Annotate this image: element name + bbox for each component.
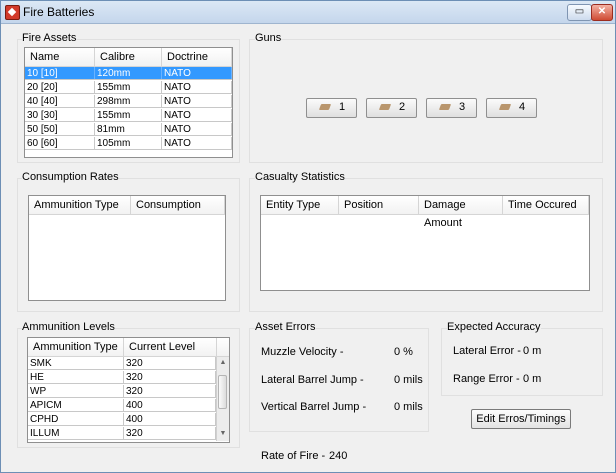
table-row[interactable]: APICM 400 (28, 399, 216, 412)
asset-errors-title: Asset Errors (255, 321, 316, 333)
gun-4-button[interactable]: 4 (486, 98, 537, 118)
table-cell: NATO (162, 81, 232, 93)
consumption-title: Consumption Rates (22, 171, 119, 183)
table-cell: NATO (162, 123, 232, 135)
table-cell: APICM (28, 399, 124, 411)
ammo-scrollbar[interactable]: ▲ ▼ (216, 357, 229, 441)
guns-title: Guns (255, 32, 282, 44)
table-cell: 20 [20] (25, 81, 95, 93)
table-row[interactable]: HE 320 (28, 371, 216, 384)
gun-icon (498, 104, 512, 110)
lateral-error-label: Lateral Error - (453, 345, 521, 357)
table-row[interactable]: WP 320 (28, 385, 216, 398)
table-cell: 50 [50] (25, 123, 95, 135)
table-cell: NATO (162, 137, 232, 149)
gun-1-button[interactable]: 1 (306, 98, 357, 118)
column-doctrine[interactable]: Doctrine (162, 48, 232, 66)
casualty-title: Casualty Statistics (255, 171, 345, 183)
table-cell: NATO (162, 109, 232, 121)
table-cell: CPHD (28, 413, 124, 425)
close-button[interactable]: ✕ (591, 4, 613, 21)
table-cell: SMK (28, 357, 124, 369)
table-cell: HE (28, 371, 124, 383)
table-cell: 120mm (95, 67, 162, 79)
rate-of-fire-label: Rate of Fire - (261, 450, 326, 462)
ammo-levels-table[interactable]: Ammunition Type Current Level SMK 320 HE 32… (27, 337, 230, 443)
table-cell: 60 [60] (25, 137, 95, 149)
scroll-thumb[interactable] (218, 375, 227, 409)
table-cell: 400 (124, 399, 216, 411)
title-bar[interactable]: Fire Batteries ▭ ✕ (1, 1, 615, 24)
scroll-down-icon[interactable]: ▼ (219, 430, 227, 438)
lateral-barrel-jump-label: Lateral Barrel Jump - (261, 374, 364, 386)
gun-3-button[interactable]: 3 (426, 98, 477, 118)
table-cell: 320 (124, 427, 216, 439)
column-damage-amount[interactable]: Damage Amount (419, 196, 503, 229)
table-cell: 10 [10] (25, 67, 95, 79)
table-cell: 320 (124, 371, 216, 383)
table-row[interactable]: ILLUM 320 (28, 427, 216, 440)
lateral-error-value: 0 m (523, 345, 542, 357)
scroll-up-icon[interactable]: ▲ (219, 359, 227, 367)
gun-icon (378, 104, 392, 110)
ammo-levels-title: Ammunition Levels (22, 321, 115, 333)
column-current-level[interactable]: Current Level (124, 338, 217, 356)
vertical-barrel-jump-label: Vertical Barrel Jump - (261, 401, 367, 413)
table-cell: WP (28, 385, 124, 397)
muzzle-velocity-value: 0 % (394, 346, 413, 358)
gun-icon (438, 104, 452, 110)
column-calibre[interactable]: Calibre (95, 48, 162, 66)
table-cell: 81mm (95, 123, 162, 135)
fire-assets-title: Fire Assets (22, 32, 77, 44)
vertical-barrel-jump-value: 0 mils (394, 401, 423, 413)
gun-2-button[interactable]: 2 (366, 98, 417, 118)
column-ammunition-type[interactable]: Ammunition Type (28, 338, 124, 356)
window-title: Fire Batteries (23, 5, 95, 19)
minimize-button[interactable]: ▭ (567, 4, 592, 21)
table-cell: ILLUM (28, 427, 124, 439)
table-cell: 320 (124, 357, 216, 369)
app-icon (5, 5, 20, 20)
table-cell: 400 (124, 413, 216, 425)
table-cell: NATO (162, 67, 232, 79)
table-cell: 30 [30] (25, 109, 95, 121)
fire-assets-header: Name Calibre Doctrine (25, 48, 232, 67)
column-position[interactable]: Position (339, 196, 419, 214)
table-row[interactable]: CPHD 400 (28, 413, 216, 426)
table-cell: 320 (124, 385, 216, 397)
table-row[interactable]: 20 [20] 155mm NATO (25, 81, 232, 94)
table-cell: 155mm (95, 81, 162, 93)
table-row[interactable]: 50 [50] 81mm NATO (25, 123, 232, 136)
table-row[interactable]: 40 [40] 298mm NATO (25, 95, 232, 108)
table-row[interactable]: 10 [10] 120mm NATO (25, 67, 232, 80)
muzzle-velocity-label: Muzzle Velocity - (261, 346, 344, 358)
fire-batteries-window: Fire Batteries ▭ ✕ Fire Assets Name Cali… (0, 0, 616, 473)
consumption-table[interactable]: Ammunition Type Consumption (28, 195, 226, 301)
column-consumption[interactable]: Consumption (131, 196, 225, 214)
table-row[interactable]: SMK 320 (28, 357, 216, 370)
rate-of-fire-value: 240 (329, 450, 348, 462)
expected-accuracy-title: Expected Accuracy (447, 321, 541, 333)
table-row[interactable]: 60 [60] 105mm NATO (25, 137, 232, 150)
column-entity-type[interactable]: Entity Type (261, 196, 339, 214)
lateral-barrel-jump-value: 0 mils (394, 374, 423, 386)
table-row[interactable]: 30 [30] 155mm NATO (25, 109, 232, 122)
range-error-label: Range Error - (453, 373, 520, 385)
edit-errors-timings-button[interactable]: Edit Erros/Timings (471, 409, 571, 429)
table-cell: 298mm (95, 95, 162, 107)
casualty-table[interactable]: Entity Type Position Damage Amount Time … (260, 195, 590, 291)
table-cell: NATO (162, 95, 232, 107)
range-error-value: 0 m (523, 373, 542, 385)
fire-assets-table[interactable]: Name Calibre Doctrine 10 [10] 120mm NATO 20… (24, 47, 233, 158)
table-cell: 155mm (95, 109, 162, 121)
column-name[interactable]: Name (25, 48, 95, 66)
table-cell: 105mm (95, 137, 162, 149)
table-cell: 40 [40] (25, 95, 95, 107)
column-time-occured[interactable]: Time Occured (503, 196, 589, 214)
gun-icon (318, 104, 332, 110)
column-ammunition-type[interactable]: Ammunition Type (29, 196, 131, 214)
expected-accuracy-group (441, 328, 603, 396)
